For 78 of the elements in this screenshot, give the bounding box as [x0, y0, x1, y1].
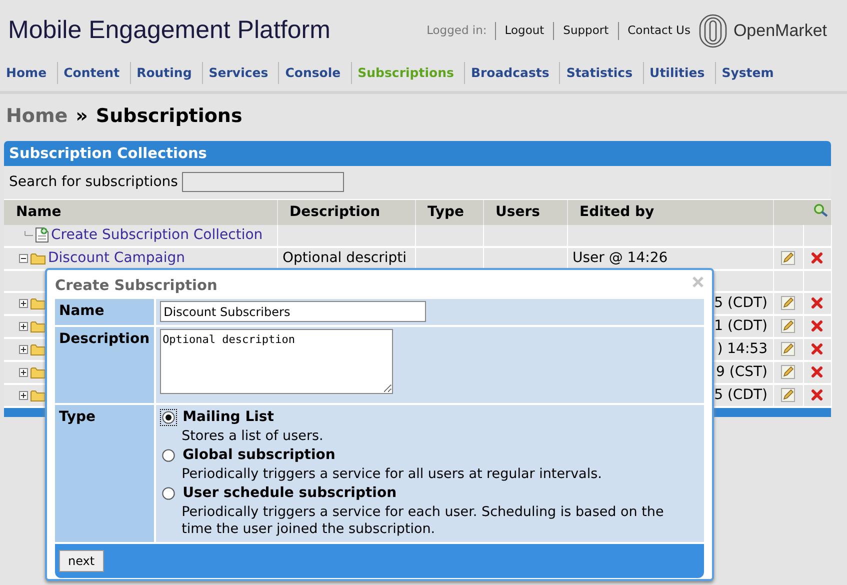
- next-button[interactable]: next: [59, 550, 104, 572]
- option-description: Periodically triggers a service for each user. Scheduling is based on the time the user joined the subscription.: [180, 504, 665, 538]
- nav-tab[interactable]: Routing: [130, 62, 203, 84]
- app-title: Mobile Engagement Platform: [8, 15, 330, 46]
- option-description: Periodically triggers a service for all users at regular intervals.: [180, 466, 603, 482]
- folder-icon: [30, 342, 46, 356]
- edit-icon: [781, 388, 795, 402]
- edited-by-cell: 5 (CDT): [714, 386, 768, 402]
- folder-icon: [30, 366, 46, 378]
- type-radio[interactable]: [162, 448, 175, 462]
- nav-tab[interactable]: Content: [58, 62, 131, 84]
- edit-icon: [781, 318, 795, 333]
- edit-icon: [781, 364, 795, 379]
- expand-icon[interactable]: [19, 322, 28, 330]
- option-description: Stores a list of users.: [180, 428, 324, 444]
- header-link[interactable]: Support: [553, 22, 618, 40]
- dialog-title: Create Subscription: [55, 277, 218, 295]
- collection-link[interactable]: Discount Campaign: [48, 248, 186, 268]
- collapse-icon[interactable]: [19, 254, 28, 262]
- expand-icon[interactable]: [19, 368, 28, 376]
- expand-icon[interactable]: [19, 390, 28, 400]
- create-collection-link[interactable]: Create Subscription Collection: [51, 224, 263, 244]
- edited-by-cell: 5 (CDT): [714, 294, 768, 310]
- expand-icon[interactable]: [19, 298, 28, 308]
- option-label: Mailing List: [182, 408, 274, 426]
- breadcrumb-separator: »: [76, 104, 88, 129]
- column-header: Users: [496, 204, 540, 220]
- nav-tab[interactable]: Utilities: [644, 62, 716, 84]
- column-header: Type: [428, 204, 464, 220]
- delete-icon: [811, 296, 823, 309]
- nav-tab[interactable]: Broadcasts: [464, 62, 560, 84]
- logged-in-label: Logged in:: [426, 22, 488, 40]
- panel-title: Subscription Collections: [4, 140, 831, 166]
- edit-icon: [781, 296, 795, 310]
- header-link[interactable]: Logout: [494, 22, 554, 40]
- search-label: Search for subscriptions: [9, 172, 178, 192]
- type-radio[interactable]: [162, 486, 175, 500]
- column-header: Name: [16, 204, 62, 220]
- search-field[interactable]: [182, 172, 344, 192]
- edited-by-cell: ) 14:53: [717, 340, 768, 356]
- edit-icon: [781, 342, 795, 356]
- folder-icon: [30, 296, 46, 310]
- logo-icon: [699, 14, 728, 48]
- breadcrumb-link[interactable]: Home: [6, 102, 68, 130]
- folder-icon: [30, 252, 46, 264]
- folder-icon: [30, 388, 46, 402]
- nav-tab[interactable]: Home: [0, 62, 58, 84]
- delete-icon: [811, 342, 823, 355]
- column-header: Description: [290, 204, 380, 220]
- delete-icon: [811, 320, 823, 332]
- column-header: Edited by: [580, 204, 654, 220]
- field-label: Description: [59, 330, 150, 346]
- new-document-icon: [35, 227, 49, 243]
- name-field[interactable]: Discount Subscribers: [160, 301, 426, 322]
- edited-by-cell: 1 (CDT): [714, 318, 768, 334]
- option-label: Global subscription: [182, 446, 336, 464]
- search-icon: [812, 202, 828, 217]
- description-field[interactable]: Optional description: [160, 328, 393, 394]
- nav-tab[interactable]: Statistics: [560, 62, 644, 84]
- delete-icon: [811, 388, 823, 401]
- expand-icon[interactable]: [19, 344, 28, 354]
- edited-by-cell: 9 (CST): [716, 364, 768, 380]
- edit-icon: [781, 250, 795, 265]
- edited-by-cell: User @ 14:26: [572, 250, 668, 266]
- nav-tab[interactable]: System: [716, 62, 784, 84]
- logo-text: OpenMarket: [733, 20, 827, 42]
- delete-icon: [811, 366, 823, 378]
- option-label: User schedule subscription: [182, 484, 397, 502]
- field-label: Type: [59, 408, 96, 424]
- description-cell: Optional descripti: [282, 250, 407, 266]
- delete-icon: [811, 252, 823, 264]
- nav-tab[interactable]: Services: [202, 62, 280, 84]
- header-link[interactable]: Contact Us: [618, 22, 700, 40]
- type-radio[interactable]: [162, 410, 175, 424]
- folder-icon: [30, 320, 46, 332]
- field-label: Name: [59, 303, 104, 319]
- nav-tab[interactable]: Console: [279, 62, 352, 84]
- page-title: Subscriptions: [96, 104, 242, 129]
